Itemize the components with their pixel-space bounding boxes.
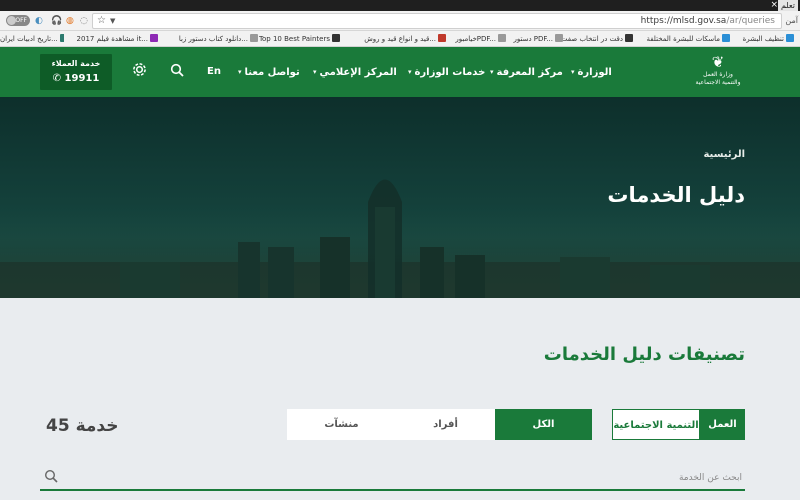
url-text[interactable]: https://mlsd.gov.sa/ar/queries bbox=[641, 14, 775, 28]
page-title: دليل الخدمات bbox=[607, 183, 745, 207]
extension-icon[interactable]: ◐ bbox=[35, 15, 43, 27]
bookmark-item[interactable]: خیامبورPDF... bbox=[455, 31, 508, 47]
bookmark-icon bbox=[59, 34, 64, 42]
browser-title-bar: × تعلم bbox=[0, 0, 800, 11]
close-icon[interactable]: × bbox=[770, 0, 778, 11]
extension-icon[interactable]: ◌ bbox=[80, 15, 88, 27]
bookmark-item[interactable]: دانلود کتاب دستور زبا... bbox=[179, 31, 260, 47]
headphones-icon[interactable]: 🎧 bbox=[51, 15, 62, 27]
customer-service-button[interactable]: خدمة العملاء ✆ 19911 bbox=[40, 54, 112, 90]
bookmark-icon bbox=[332, 34, 340, 42]
extension-icon[interactable]: ◍ bbox=[66, 15, 74, 27]
filter-tab-establishments[interactable]: منشآت bbox=[287, 409, 396, 440]
toggle-extension-icon[interactable]: OFF bbox=[6, 15, 30, 26]
search-icon[interactable] bbox=[44, 469, 58, 483]
browser-tab[interactable]: تعلم bbox=[777, 0, 798, 11]
bookmarks-bar: تنظيف البشرة ماسكات للبشرة المختلفة دقت … bbox=[0, 31, 800, 47]
star-icon[interactable]: ☆ bbox=[97, 14, 106, 28]
language-switch[interactable]: En bbox=[207, 63, 221, 81]
bookmark-item[interactable]: قيد و انواع قيد و روش... bbox=[364, 31, 448, 47]
filter-tab-all[interactable]: الكل bbox=[495, 409, 592, 440]
hero-banner: الرئيسية دليل الخدمات bbox=[0, 97, 800, 298]
bookmark-icon bbox=[722, 34, 730, 42]
ministry-logo[interactable]: ❦ وزارة العمل والتنمية الاجتماعية bbox=[688, 53, 748, 91]
bookmark-icon bbox=[498, 34, 506, 42]
breadcrumb[interactable]: الرئيسية bbox=[703, 149, 745, 160]
bookmark-icon bbox=[250, 34, 258, 42]
bookmark-item[interactable]: دقت در انتخاب صفت bbox=[561, 31, 635, 47]
site-header: ❦ وزارة العمل والتنمية الاجتماعية ▾ الوزا… bbox=[0, 47, 800, 97]
chevron-down-icon: ▾ bbox=[408, 68, 412, 76]
category-tab-work[interactable]: العمل bbox=[700, 409, 745, 440]
category-tab-social-development[interactable]: التنمية الاجتماعية bbox=[612, 409, 700, 440]
bookmark-item[interactable]: تاریخ ادبیات ایران... bbox=[0, 31, 64, 47]
address-bar[interactable]: ☆ ▼ https://mlsd.gov.sa/ar/queries bbox=[92, 13, 782, 29]
bookmark-item[interactable]: Top 10 Best Painters bbox=[259, 31, 342, 47]
chevron-down-icon: ▾ bbox=[313, 68, 317, 76]
secure-label: آمن bbox=[785, 16, 798, 25]
chevron-down-icon: ▾ bbox=[490, 68, 494, 76]
chevron-down-icon: ▾ bbox=[571, 68, 575, 76]
services-count: خدمة 45 bbox=[46, 416, 119, 436]
main-content: تصنيفات دليل الخدمات العمل التنمية الاجت… bbox=[0, 298, 800, 500]
nav-knowledge-center[interactable]: ▾ مركز المعرفة bbox=[490, 63, 563, 81]
nav-ministry-services[interactable]: ▾ خدمات الوزارة bbox=[408, 63, 485, 81]
bookmark-item[interactable]: ماسكات للبشرة المختلفة bbox=[647, 31, 733, 47]
filter-tab-individuals[interactable]: أفراد bbox=[396, 409, 495, 440]
nav-contact-us[interactable]: ▾ تواصل معنا bbox=[238, 63, 300, 81]
search-icon[interactable] bbox=[166, 61, 188, 83]
service-search bbox=[40, 464, 745, 491]
bookmark-icon bbox=[150, 34, 158, 42]
section-title: تصنيفات دليل الخدمات bbox=[543, 344, 745, 365]
nav-media-center[interactable]: ▾ المركز الإعلامي bbox=[313, 63, 397, 81]
bookmark-icon bbox=[786, 34, 794, 42]
phone-icon: ✆ bbox=[52, 73, 62, 84]
bookmark-item[interactable]: دستور PDF... bbox=[513, 31, 565, 47]
bookmark-icon bbox=[555, 34, 563, 42]
browser-toolbar: OFF ◐ 🎧 ◍ ◌ ☆ ▼ https://mlsd.gov.sa/ar/q… bbox=[0, 11, 800, 31]
search-input[interactable] bbox=[62, 468, 742, 488]
bookmark-item[interactable]: تنظيف البشرة bbox=[743, 31, 796, 47]
bookmark-icon bbox=[438, 34, 446, 42]
gear-icon[interactable] bbox=[128, 61, 150, 83]
bookmark-icon bbox=[625, 34, 633, 42]
nav-ministry[interactable]: ▾ الوزارة bbox=[571, 63, 612, 81]
chevron-down-icon: ▾ bbox=[238, 68, 242, 76]
palm-emblem-icon: ❦ bbox=[711, 53, 725, 71]
bookmark-item[interactable]: مشاهدة فيلم 2017 it... bbox=[77, 31, 160, 47]
chevron-down-icon[interactable]: ▼ bbox=[110, 14, 115, 28]
